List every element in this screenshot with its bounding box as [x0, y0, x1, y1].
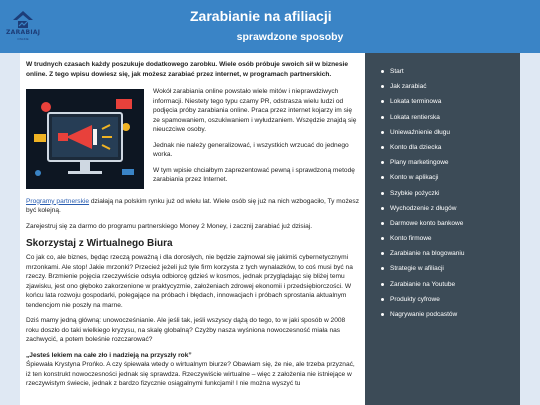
media-paragraph: Wokół zarabiania online powstało wiele m…: [153, 88, 357, 133]
sidebar-item-produkty-cyfrowe[interactable]: Produkty cyfrowe: [379, 295, 520, 310]
sidebar-item-nagrywanie-podcastow[interactable]: Nagrywanie podcastów: [379, 310, 520, 325]
sidebar-item-plany-marketingowe[interactable]: Plany marketingowe: [379, 158, 520, 173]
sidebar-item-darmowe-konto-bankowe[interactable]: Darmowe konto bankowe: [379, 219, 520, 234]
logo-subtext: ONLINE: [17, 37, 29, 41]
quote-title: „Jesteś lekiem na całe zło i nadzieją na…: [26, 351, 192, 359]
sidebar-item-strategie-w-afiliacji[interactable]: Strategie w afiliacji: [379, 264, 520, 279]
section-heading: Skorzystaj z Wirtualnego Biura: [26, 238, 173, 249]
sidebar-item-jak-zarabiac[interactable]: Jak zarabiać: [379, 82, 520, 97]
article-intro: W trudnych czasach każdy poszukuje dodat…: [26, 61, 348, 78]
sidebar-item-lokata-rentierska[interactable]: Lokata rentierska: [379, 113, 520, 128]
sidebar-item-uniewaznienie-dlugu[interactable]: Uniewaźnienie długu: [379, 128, 520, 143]
sidebar-item-zarabianie-na-youtube[interactable]: Zarabianie na Youtube: [379, 280, 520, 295]
media-text: Wokół zarabiania online powstało wiele m…: [153, 87, 359, 191]
sidebar-item-zarabianie-na-blogowaniu[interactable]: Zarabianie na blogowaniu: [379, 249, 520, 264]
sidebar-item-konto-w-aplikacji[interactable]: Konto w aplikacji: [379, 173, 520, 188]
sidebar-item-konto-dla-dziecka[interactable]: Konto dla dziecka: [379, 143, 520, 158]
affiliate-paragraph: Programy partnerskie działają na polskim…: [26, 197, 359, 216]
media-paragraph: Jednak nie należy generalizować, i wszys…: [153, 141, 349, 159]
body-paragraph: Dziś mamy jedną główną: unowocześnianie.…: [26, 317, 346, 343]
article-content: W trudnych czasach każdy poszukuje dodat…: [20, 53, 365, 405]
sidebar-item-konto-firmowe[interactable]: Konto firmowe: [379, 234, 520, 249]
body-paragraph: Co jak co, ale biznes, będąc rzeczą powa…: [26, 254, 353, 309]
sidebar-nav: Start Jak zarabiać Lokata terminowa Loka…: [365, 53, 520, 405]
money-paragraph: Zarejestruj się za darmo do programu par…: [26, 222, 313, 230]
sidebar-item-lokata-terminowa[interactable]: Lokata terminowa: [379, 97, 520, 112]
article-media-block: Wokół zarabiania online powstało wiele m…: [26, 87, 359, 191]
site-title[interactable]: Zarabianie na afiliacji: [190, 8, 390, 24]
site-tagline: sprawdzone sposoby: [236, 31, 344, 43]
sidebar-item-szybkie-pozyczki[interactable]: Szybkie pożyczki: [379, 189, 520, 204]
online-marketing-illustration-icon: [26, 89, 144, 189]
sidebar-item-wychodzenie-z-dlugow[interactable]: Wychodzenie z długów: [379, 204, 520, 219]
site-logo[interactable]: ZARABIAJ ONLINE: [6, 10, 40, 46]
logo-text: ZARABIAJ: [6, 29, 41, 36]
media-paragraph: W tym wpisie chciałbym zaprezentować pew…: [153, 166, 355, 184]
sidebar-item-start[interactable]: Start: [379, 67, 520, 82]
site-header: ZARABIAJ ONLINE Zarabianie na afiliacji …: [0, 0, 540, 53]
sidebar-menu: Start Jak zarabiać Lokata terminowa Loka…: [365, 67, 520, 325]
logo-roof-icon: [13, 11, 33, 28]
quote-body: Śpiewała Krystyna Prońko. A czy śpiewała…: [26, 361, 355, 387]
affiliate-programs-link[interactable]: Programy partnerskie: [26, 198, 89, 205]
